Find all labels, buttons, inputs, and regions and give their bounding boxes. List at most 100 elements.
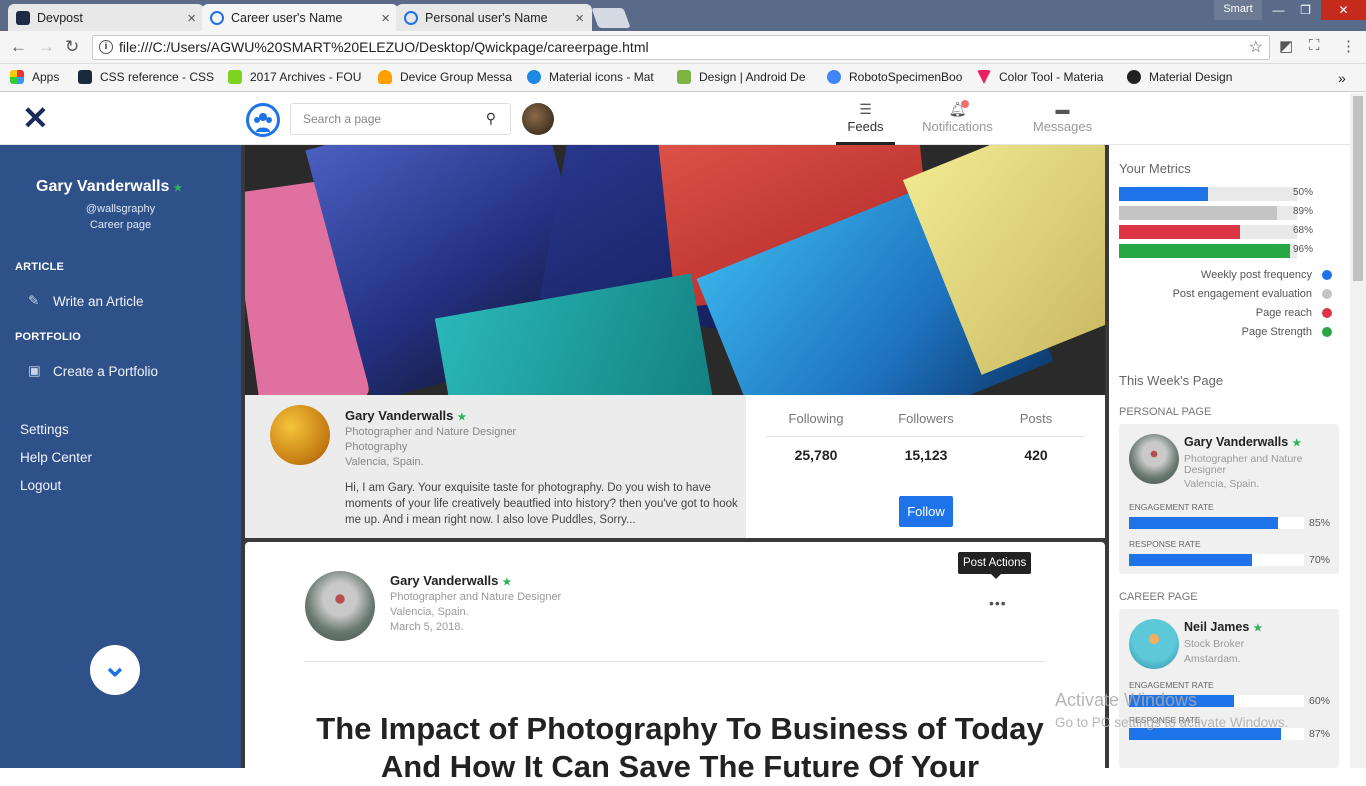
- user-avatar[interactable]: [522, 103, 554, 135]
- profile-user-badge[interactable]: Smart: [1214, 0, 1262, 20]
- tab-feeds[interactable]: ☰ Feeds: [836, 101, 895, 134]
- url-text: file:///C:/Users/AGWU%20SMART%20ELEZUO/D…: [119, 39, 649, 55]
- sidebar-page-type: Career page: [89, 219, 152, 231]
- bookmark-material-design[interactable]: Material Design: [1127, 70, 1232, 84]
- personal-page-role: Photographer and Nature Designer: [1184, 453, 1303, 476]
- legend-dot-icon: [1322, 327, 1332, 337]
- bookmark-apps[interactable]: Apps: [10, 70, 59, 84]
- engagement-rate-bar: [1129, 517, 1304, 529]
- metric-bar-value: 50%: [1293, 187, 1314, 198]
- career-page-role: Stock Broker: [1184, 638, 1245, 650]
- minimize-button[interactable]: —: [1265, 0, 1292, 20]
- stat-value-following: 25,780: [794, 447, 838, 463]
- metric-bar-track: [1119, 244, 1297, 258]
- forward-icon[interactable]: →: [38, 37, 55, 57]
- window-close-button[interactable]: ✕: [1321, 0, 1366, 20]
- app-header: ✕ Search a page ⚲ ☰ Feeds 🔔︎ Notificatio…: [0, 93, 1350, 145]
- metric-bar-track: [1119, 225, 1297, 239]
- close-menu-icon[interactable]: ✕: [22, 102, 49, 134]
- sidebar-link-help-center[interactable]: Help Center: [20, 450, 92, 465]
- verified-star-icon: ★: [1292, 438, 1302, 449]
- bookmark-color-tool[interactable]: Color Tool - Materia: [977, 70, 1113, 84]
- scrollbar-thumb[interactable]: [1353, 96, 1363, 281]
- profile-location: Valencia, Spain.: [345, 456, 424, 468]
- search-icon[interactable]: ⚲: [486, 103, 496, 133]
- sidebar-handle: @wallsgraphy: [85, 203, 156, 215]
- metrics-panel: Your Metrics 50% 89% 68% 96% Weekly post fr…: [1109, 145, 1350, 768]
- close-icon[interactable]: ×: [575, 10, 584, 27]
- page-scrollbar[interactable]: [1350, 93, 1366, 768]
- more-options-icon[interactable]: •••: [989, 595, 1007, 611]
- profile-stats: Following Followers Posts 25,780 15,123 …: [746, 395, 1105, 538]
- url-field[interactable]: i file:///C:/Users/AGWU%20SMART%20ELEZUO…: [92, 35, 1270, 60]
- bookmark-label: RobotoSpecimenBoo: [849, 70, 963, 84]
- profile-name[interactable]: Gary Vanderwalls ★: [345, 408, 466, 423]
- firebase-icon: [378, 70, 392, 84]
- tab-personal[interactable]: Personal user's Name ×: [396, 4, 592, 31]
- tab-title: Devpost: [37, 10, 83, 25]
- browser-tab-strip: Devpost × Career user's Name × Personal …: [0, 0, 1366, 31]
- bookmark-label: Design | Android De: [699, 70, 806, 84]
- metric-bar-fill: [1119, 206, 1278, 220]
- bookmark-device-group[interactable]: Device Group Messa: [378, 70, 514, 84]
- career-page-name: Neil James ★: [1184, 620, 1262, 634]
- tab-devpost[interactable]: Devpost ×: [8, 4, 204, 31]
- metric-bar-track: [1119, 206, 1297, 220]
- follow-button[interactable]: Follow: [899, 496, 953, 527]
- personal-page-avatar: [1129, 434, 1179, 484]
- post-author-avatar[interactable]: [305, 571, 375, 641]
- metric-bar-fill: [1119, 244, 1290, 258]
- sidebar-item-label: Write an Article: [53, 293, 144, 309]
- sidebar-link-settings[interactable]: Settings: [20, 422, 69, 437]
- personal-page-card[interactable]: Gary Vanderwalls ★ Photographer and Natur…: [1119, 424, 1339, 574]
- tab-label: Notifications: [922, 119, 993, 134]
- profile-card: Gary Vanderwalls ★ Photographer and Natur…: [245, 395, 746, 538]
- tab-notifications[interactable]: 🔔︎ Notifications: [910, 101, 1005, 134]
- info-icon[interactable]: i: [99, 40, 113, 54]
- week-heading: This Week's Page: [1119, 373, 1224, 388]
- metrics-heading: Your Metrics: [1119, 161, 1191, 176]
- close-icon[interactable]: ×: [187, 10, 196, 27]
- tab-career[interactable]: Career user's Name ×: [202, 4, 398, 31]
- bookmark-roboto[interactable]: RobotoSpecimenBoo: [827, 70, 963, 84]
- profile-bio: Hi, I am Gary. Your exquisite taste for …: [345, 482, 738, 526]
- engagement-rate-value: 60%: [1309, 695, 1331, 707]
- google-fonts-icon: [827, 70, 841, 84]
- post-author-name[interactable]: Gary Vanderwalls ★: [390, 573, 511, 588]
- metric-legend-label: Weekly post frequency: [1200, 269, 1312, 281]
- sidebar-link-logout[interactable]: Logout: [20, 478, 61, 493]
- name-text: Neil James: [1184, 620, 1250, 634]
- cast-icon[interactable]: ⛶: [1309, 37, 1320, 54]
- career-page-caption: CAREER PAGE: [1119, 591, 1198, 603]
- bookmark-label: Device Group Messa: [400, 70, 513, 84]
- qwickpage-logo-icon[interactable]: [246, 103, 280, 137]
- color-tool-icon: [977, 70, 991, 84]
- menu-icon[interactable]: ⋮: [1341, 37, 1356, 55]
- metric-legend-label: Page reach: [1255, 307, 1312, 319]
- reload-icon[interactable]: ↻: [65, 37, 79, 57]
- bookmark-label: Material Design: [1149, 70, 1233, 84]
- bookmark-android-design[interactable]: Design | Android De: [677, 70, 813, 84]
- more-bookmarks-icon[interactable]: »: [1338, 70, 1346, 86]
- metric-bar-fill: [1119, 187, 1208, 201]
- extension-icon[interactable]: ◩: [1279, 37, 1293, 55]
- back-icon[interactable]: ←: [10, 37, 27, 57]
- search-input[interactable]: Search a page ⚲: [290, 103, 511, 135]
- profile-avatar[interactable]: [270, 405, 330, 465]
- close-icon[interactable]: ×: [381, 10, 390, 27]
- stat-label-following: Following: [788, 411, 844, 426]
- stat-label-followers: Followers: [898, 411, 954, 426]
- bookmark-css-reference[interactable]: CSS reference - CSS: [78, 70, 218, 84]
- bookmark-material-icons[interactable]: Material icons - Mat: [527, 70, 663, 84]
- tab-messages[interactable]: ▬ Messages: [1025, 101, 1100, 134]
- bookmark-star-icon[interactable]: ☆: [1249, 36, 1263, 59]
- restore-button[interactable]: ❐: [1292, 0, 1319, 20]
- new-tab-button[interactable]: [591, 8, 631, 28]
- profile-field: Photography: [345, 441, 408, 453]
- post-title[interactable]: The Impact of Photography To Business of…: [295, 710, 1065, 786]
- bookmark-2017-archives[interactable]: 2017 Archives - FOU: [228, 70, 364, 84]
- career-page-card[interactable]: Neil James ★ Stock Broker Amstardam. ENGA…: [1119, 609, 1339, 768]
- scroll-down-button[interactable]: ⌄: [90, 645, 140, 695]
- sidebar-item-write-article[interactable]: ✎ Write an Article: [28, 293, 144, 309]
- sidebar-item-create-portfolio[interactable]: ▣ Create a Portfolio: [28, 363, 158, 379]
